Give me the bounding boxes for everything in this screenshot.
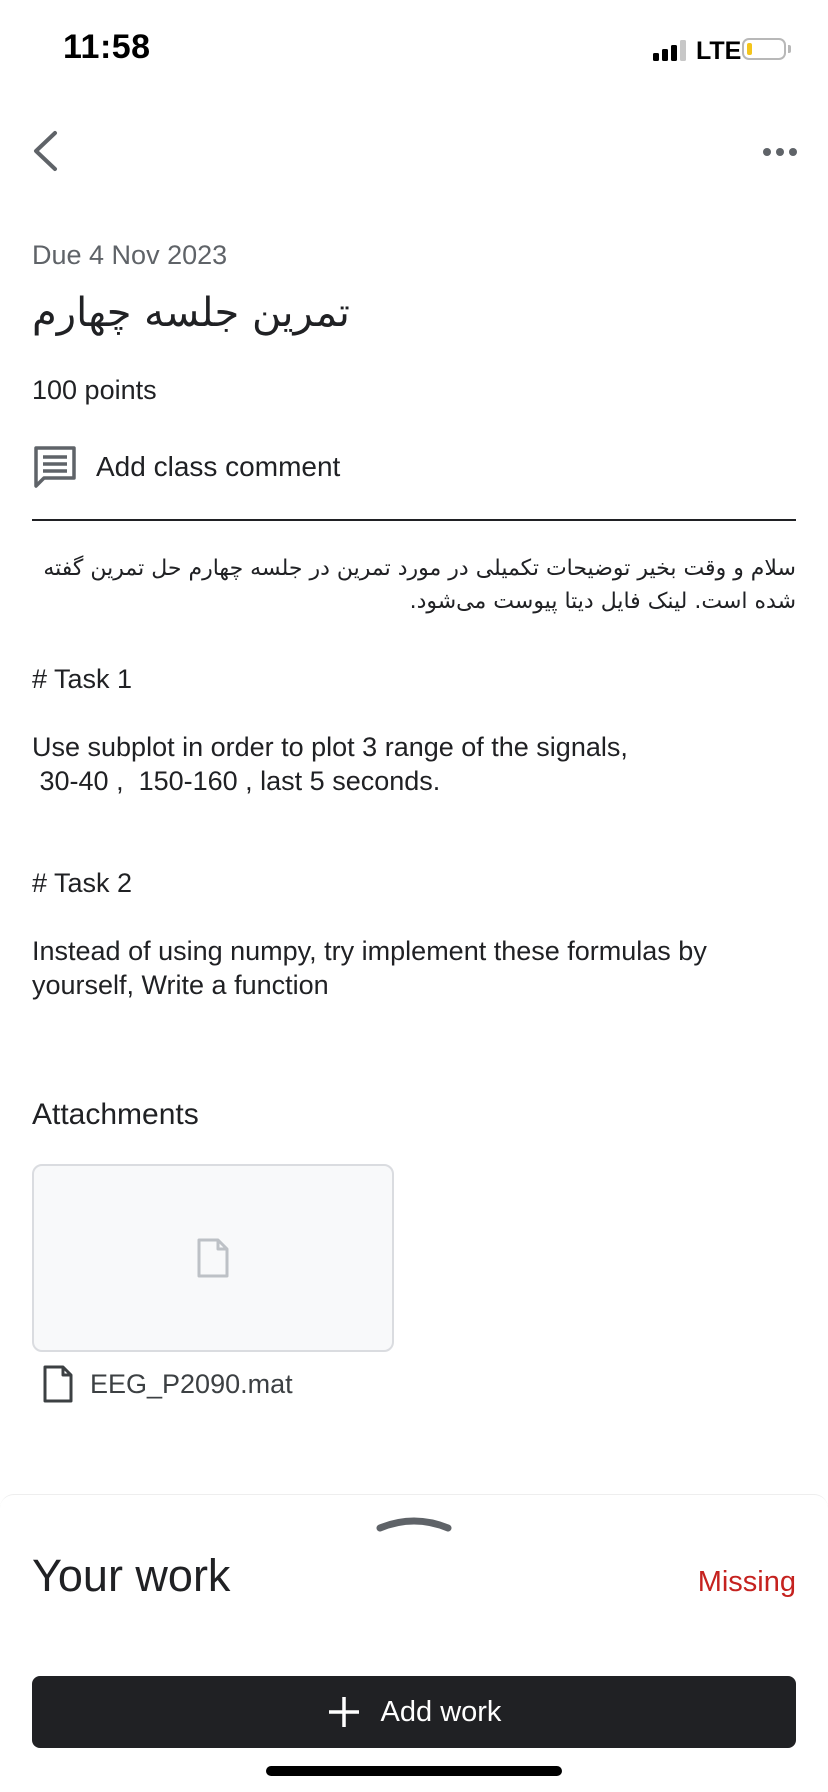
home-indicator[interactable] [266,1766,562,1776]
back-button[interactable] [20,120,72,182]
due-date: Due 4 Nov 2023 [32,240,228,270]
attachment-preview[interactable] [32,1164,394,1352]
comment-icon [34,446,76,488]
assignment-title: تمرین جلسه چهارم [32,290,350,336]
sheet-expand-handle[interactable] [376,1512,452,1534]
your-work-title: Your work [32,1550,231,1601]
battery-cap [788,45,791,53]
chevron-left-icon [34,131,57,171]
task1-heading: # Task 1 [32,664,133,694]
more-options-button[interactable] [755,130,805,174]
file-icon [43,1365,73,1403]
add-work-label: Add work [380,1695,502,1728]
more-horizontal-icon [763,148,797,156]
task2-heading: # Task 2 [32,868,133,898]
description-persian: سلام و وقت بخیر توضیحات تکمیلی در مورد ت… [43,556,796,614]
assignment-points: 100 points [32,375,157,405]
work-status-badge: Missing [697,1566,796,1598]
attachments-title: Attachments [32,1098,199,1131]
attachment-file[interactable]: EEG_P2090.mat [42,1362,293,1406]
status-time: 11:58 [63,28,151,66]
divider [32,519,796,521]
plus-icon [328,1697,359,1727]
task2-body: Instead of using numpy, try implement th… [32,936,715,1000]
chevron-up-icon [376,1517,452,1532]
battery-icon [742,38,786,60]
add-class-comment-button[interactable]: Add class comment [32,437,340,497]
network-type: LTE [696,37,742,65]
status-bar: 11:58 LTE [0,0,828,100]
add-class-comment-label: Add class comment [96,451,341,482]
file-icon [197,1238,229,1278]
task1-body: Use subplot in order to plot 3 range of … [32,732,628,796]
add-work-button[interactable]: Add work [32,1676,796,1748]
attachment-file-name: EEG_P2090.mat [90,1368,293,1399]
signal-strength-icon [653,39,689,61]
